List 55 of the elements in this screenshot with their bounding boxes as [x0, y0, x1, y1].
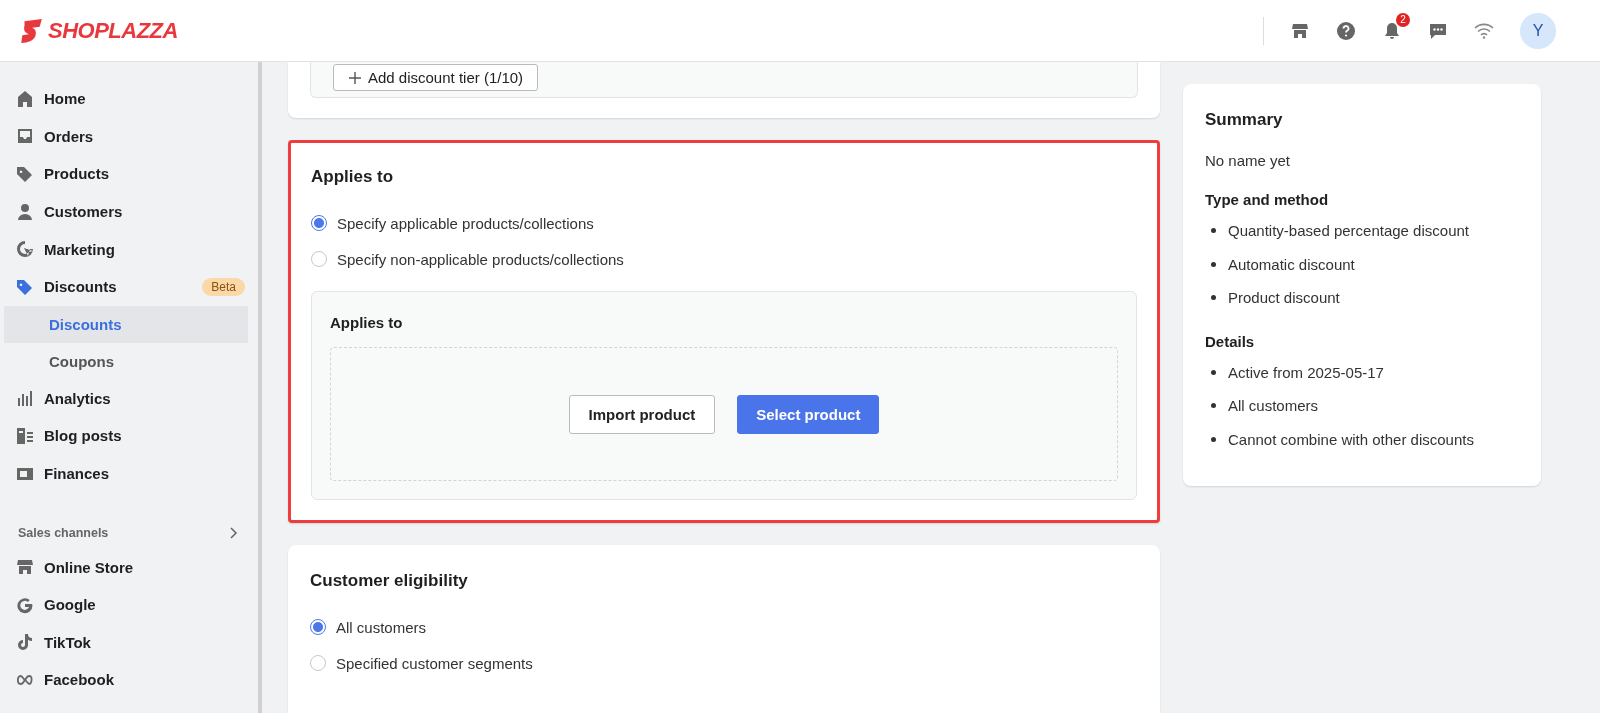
radio-option[interactable]: Specify non-applicable products/collections [311, 241, 1137, 277]
summary-title: Summary [1205, 110, 1284, 130]
nav-item[interactable]: Finances [4, 454, 258, 493]
help-icon[interactable] [1336, 20, 1356, 41]
nav-item[interactable]: Facebook [4, 661, 258, 699]
section-heading: Type and method [1205, 191, 1330, 208]
nav-item[interactable]: Blog posts [4, 417, 258, 455]
summary-bullet: Quantity-based percentage discount [1205, 214, 1519, 248]
blog-icon [16, 426, 34, 445]
user-avatar[interactable]: Y [1520, 12, 1556, 49]
card-title: Customer eligibility [310, 571, 469, 591]
nav-item[interactable]: Home [4, 80, 258, 118]
section-heading: Sales channels [18, 526, 109, 541]
summary-bullet: Product discount [1205, 281, 1519, 315]
nav-subitem[interactable]: Coupons [4, 342, 248, 380]
nav-item[interactable]: Products [4, 155, 258, 193]
summary-bullet: Automatic discount [1205, 247, 1519, 281]
summary-bullet: Active from 2025-05-17 [1205, 355, 1519, 389]
nav-subitem[interactable]: Discounts [4, 305, 248, 343]
radio-option[interactable]: Specified customer segments [310, 645, 1138, 681]
add-tier-button[interactable]: Add discount tier (1/10) [333, 64, 539, 91]
person-icon [16, 202, 34, 221]
logo-icon [18, 17, 44, 44]
summary-bullet: Cannot combine with other discounts [1205, 422, 1519, 456]
radio-option[interactable]: All customers [310, 609, 1138, 645]
beta-badge: Beta [202, 277, 245, 296]
chevron-right-icon[interactable] [228, 527, 238, 540]
card-title: Applies to [311, 167, 395, 187]
home-icon [16, 89, 34, 108]
radio-button[interactable] [311, 215, 327, 231]
panel-title: Applies to [330, 314, 404, 331]
nav-item[interactable]: Analytics [4, 379, 258, 418]
import-button[interactable]: Import product [568, 394, 716, 434]
select-button[interactable]: Select product [737, 394, 880, 434]
logo-text: SHOPLAZZA [48, 17, 178, 44]
discount-name: No name yet [1205, 152, 1292, 169]
radio-button[interactable] [310, 619, 326, 635]
summary-bullet: All customers [1205, 389, 1519, 423]
notification-badge: 2 [1396, 12, 1410, 27]
radio-option[interactable]: Specify applicable products/collections [311, 205, 1137, 241]
discount-icon [16, 277, 34, 296]
nav-item[interactable]: TikTok [4, 623, 258, 662]
nav-item[interactable]: Customers [4, 192, 258, 231]
nav-item[interactable]: Orders [4, 117, 258, 156]
bell-icon[interactable] [1382, 20, 1402, 41]
tag-icon [16, 165, 34, 183]
section-heading: Details [1205, 332, 1256, 350]
store-icon [16, 558, 34, 577]
nav-item[interactable]: Discounts Beta [4, 267, 258, 306]
nav-item[interactable]: Marketing [4, 230, 258, 268]
plus-icon [348, 70, 362, 85]
wifi-icon[interactable] [1474, 22, 1494, 39]
nav-item[interactable]: Online Store [4, 548, 258, 586]
chart-icon [16, 389, 34, 408]
nav-item[interactable]: Google [4, 585, 258, 624]
